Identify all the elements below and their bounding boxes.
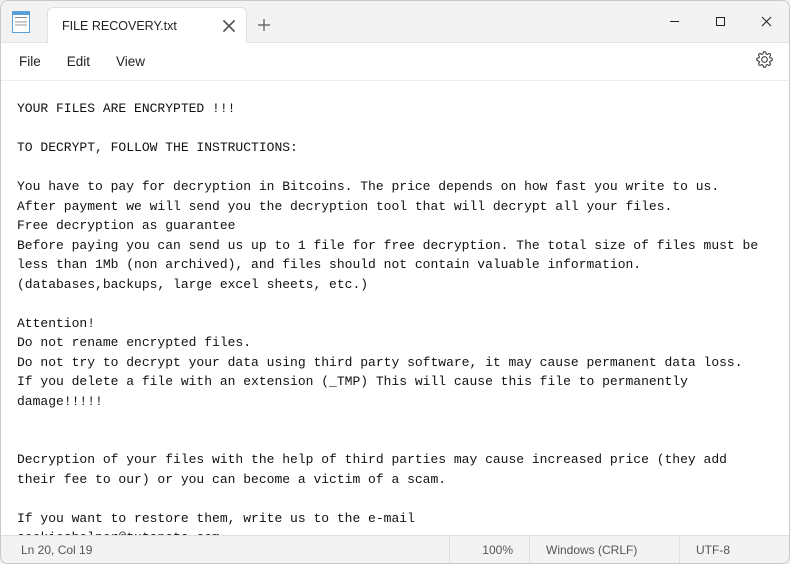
status-line-ending[interactable]: Windows (CRLF) bbox=[529, 536, 679, 563]
text-line: Before paying you can send us up to 1 fi… bbox=[17, 238, 766, 273]
statusbar: Ln 20, Col 19 100% Windows (CRLF) UTF-8 bbox=[1, 535, 789, 563]
menubar: File Edit View bbox=[1, 43, 789, 81]
close-icon bbox=[761, 16, 772, 27]
close-icon bbox=[222, 19, 236, 33]
window-controls bbox=[651, 1, 789, 42]
gear-icon bbox=[756, 51, 773, 68]
plus-icon bbox=[257, 18, 271, 32]
text-line: Free decryption as guarantee bbox=[17, 218, 235, 233]
maximize-icon bbox=[715, 16, 726, 27]
titlebar: FILE RECOVERY.txt bbox=[1, 1, 789, 43]
text-line: After payment we will send you the decry… bbox=[17, 199, 672, 214]
text-line: You have to pay for decryption in Bitcoi… bbox=[17, 179, 719, 194]
text-line: cookieshelper@tutanota.com bbox=[17, 530, 220, 535]
text-editor-area[interactable]: YOUR FILES ARE ENCRYPTED !!! TO DECRYPT,… bbox=[1, 81, 789, 535]
notepad-window: FILE RECOVERY.txt File Edit View Y bbox=[0, 0, 790, 564]
text-line: YOUR FILES ARE ENCRYPTED !!! bbox=[17, 101, 235, 116]
tab-close-button[interactable] bbox=[222, 19, 236, 33]
app-icon bbox=[1, 1, 41, 42]
settings-button[interactable] bbox=[746, 45, 783, 79]
minimize-icon bbox=[669, 16, 680, 27]
close-window-button[interactable] bbox=[743, 1, 789, 42]
tab[interactable]: FILE RECOVERY.txt bbox=[47, 7, 247, 43]
menu-edit[interactable]: Edit bbox=[55, 49, 102, 74]
text-line: If you want to restore them, write us to… bbox=[17, 511, 415, 526]
text-line: (databases,backups, large excel sheets, … bbox=[17, 277, 368, 292]
notepad-icon bbox=[12, 11, 30, 33]
menu-view[interactable]: View bbox=[104, 49, 157, 74]
text-line: Decryption of your files with the help o… bbox=[17, 452, 735, 487]
status-cursor-position: Ln 20, Col 19 bbox=[1, 536, 449, 563]
text-line: Attention! bbox=[17, 316, 95, 331]
maximize-button[interactable] bbox=[697, 1, 743, 42]
status-encoding[interactable]: UTF-8 bbox=[679, 536, 789, 563]
text-line: Do not try to decrypt your data using th… bbox=[17, 355, 743, 370]
text-line: If you delete a file with an extension (… bbox=[17, 374, 696, 409]
menu-file[interactable]: File bbox=[7, 49, 53, 74]
status-zoom[interactable]: 100% bbox=[449, 536, 529, 563]
minimize-button[interactable] bbox=[651, 1, 697, 42]
new-tab-button[interactable] bbox=[247, 7, 281, 42]
tab-title: FILE RECOVERY.txt bbox=[62, 19, 212, 33]
text-line: TO DECRYPT, FOLLOW THE INSTRUCTIONS: bbox=[17, 140, 298, 155]
text-line: Do not rename encrypted files. bbox=[17, 335, 251, 350]
